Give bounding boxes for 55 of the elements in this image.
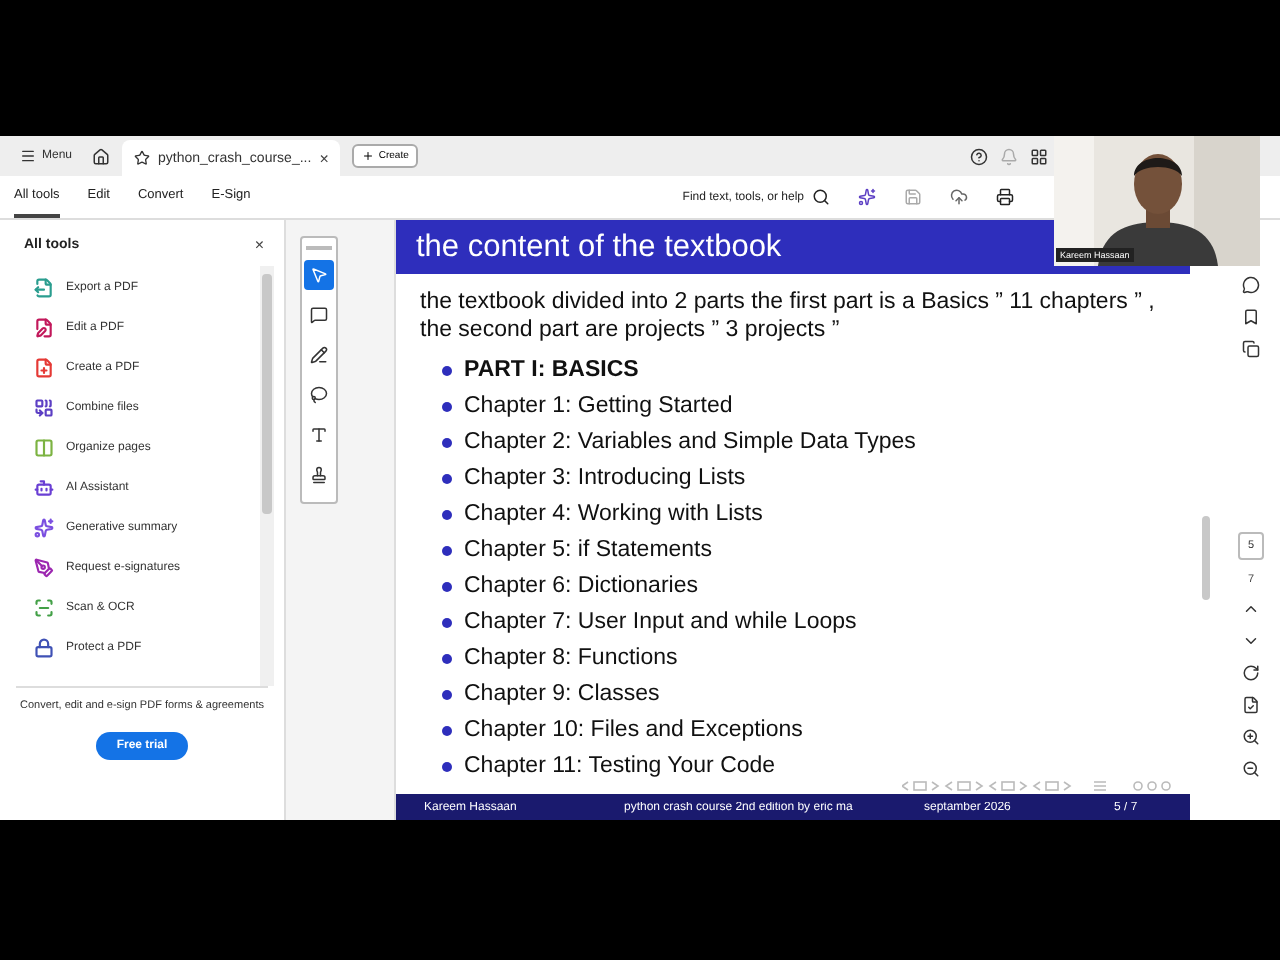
- bullet-text: Chapter 8: Functions: [464, 646, 678, 670]
- bullet-icon: [442, 437, 452, 447]
- bullet-text: Chapter 3: Introducing Lists: [464, 466, 746, 490]
- help-icon[interactable]: [970, 147, 988, 165]
- bullet-text: Chapter 5: if Statements: [464, 538, 713, 562]
- pointer-icon: [310, 266, 328, 284]
- bullet-text: Chapter 9: Classes: [464, 682, 660, 706]
- scrollbar[interactable]: [260, 266, 274, 686]
- zoom-in-icon[interactable]: [1242, 728, 1260, 746]
- bullet-icon: [442, 725, 452, 735]
- file-icon[interactable]: [1242, 696, 1260, 714]
- speech-bubble-icon: [310, 306, 328, 324]
- sparkles-icon[interactable]: [858, 188, 876, 206]
- bullet-icon: [442, 509, 452, 519]
- printer-icon[interactable]: [996, 188, 1014, 206]
- search-icon[interactable]: [812, 188, 830, 206]
- stamp-icon: [310, 466, 328, 484]
- chevron-down-icon[interactable]: [1242, 632, 1260, 650]
- bullet-icon: [442, 401, 452, 411]
- bullet-text: Chapter 2: Variables and Simple Data Types: [464, 430, 916, 454]
- bullet-text: Chapter 11: Testing Your Code: [464, 754, 776, 778]
- bullet-icon: [442, 473, 452, 483]
- slide-intro: the textbook divided into 2 parts the first part is a Basics ” 11 chapters ” , the second part are projects ” 3 projects ”: [420, 288, 1157, 344]
- close-tab-button[interactable]: ×: [319, 149, 329, 167]
- pages-icon[interactable]: [1242, 340, 1260, 358]
- bullet-icon: [442, 545, 452, 555]
- bullet-icon: [442, 365, 452, 375]
- bullet-text: Chapter 10: Files and Exceptions: [464, 718, 803, 742]
- menu-icon: [20, 148, 36, 164]
- pencil-icon: [310, 346, 328, 364]
- close-panel-button[interactable]: ×: [254, 236, 264, 254]
- bullet-text: Chapter 1: Getting Started: [464, 394, 733, 418]
- home-icon[interactable]: [92, 147, 111, 165]
- bullet-text: PART I: BASICS: [464, 358, 639, 382]
- bullet-icon: [442, 617, 452, 627]
- bullet-icon: [442, 689, 452, 699]
- star-icon[interactable]: [134, 150, 151, 166]
- bullet-icon: [442, 761, 452, 771]
- apps-grid-icon[interactable]: [1030, 147, 1048, 165]
- comment-icon[interactable]: [1242, 276, 1260, 294]
- rotate-icon[interactable]: [1242, 664, 1260, 682]
- lasso-icon: [310, 386, 328, 404]
- scrollbar-thumb[interactable]: [1202, 516, 1210, 600]
- bullet-icon: [442, 581, 452, 591]
- bullet-text: Chapter 4: Working with Lists: [464, 502, 763, 526]
- bullet-text: Chapter 6: Dictionaries: [464, 574, 698, 598]
- bullet-icon: [442, 653, 452, 663]
- chevron-up-icon[interactable]: [1242, 600, 1260, 618]
- bullet-text: Chapter 7: User Input and while Loops: [464, 610, 857, 634]
- upload-icon[interactable]: [950, 188, 968, 206]
- plus-icon: [362, 150, 375, 162]
- pointer-tool[interactable]: [304, 260, 334, 290]
- zoom-out-icon[interactable]: [1242, 760, 1260, 778]
- text-icon: [310, 426, 328, 444]
- bookmark-icon[interactable]: [1242, 308, 1260, 326]
